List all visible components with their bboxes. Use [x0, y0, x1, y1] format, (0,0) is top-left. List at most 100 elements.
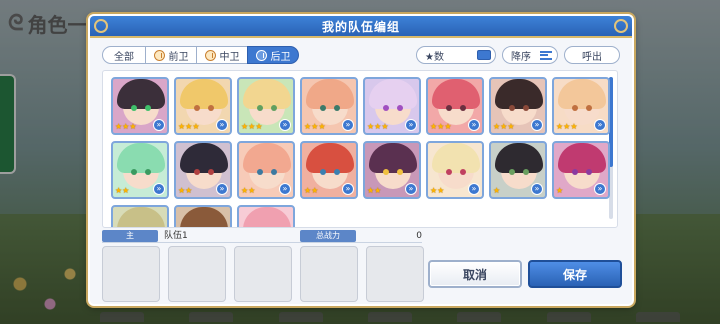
- star-sort-label: ★数: [425, 51, 444, 63]
- character-hair: [495, 143, 543, 173]
- character-card[interactable]: ★★ »: [237, 141, 295, 199]
- detail-arrow-icon[interactable]: »: [531, 119, 543, 131]
- detail-arrow-icon[interactable]: »: [531, 183, 543, 195]
- character-hair: [243, 143, 291, 173]
- team-slot-2[interactable]: [168, 246, 226, 302]
- detail-arrow-icon[interactable]: »: [468, 119, 480, 131]
- detail-arrow-icon[interactable]: »: [405, 119, 417, 131]
- character-hair: [558, 143, 606, 173]
- detail-arrow-icon[interactable]: »: [405, 183, 417, 195]
- team-slot-1[interactable]: [102, 246, 160, 302]
- star-rating: ★★★: [493, 122, 515, 131]
- character-hair: [180, 79, 228, 109]
- total-power-value: 0: [416, 231, 422, 241]
- character-eye: [320, 169, 326, 175]
- star-rating: ★★★: [304, 122, 326, 131]
- character-card[interactable]: ★★★ »: [552, 77, 610, 135]
- summon-button[interactable]: 呼出: [564, 46, 620, 64]
- character-hair: [180, 143, 228, 173]
- detail-arrow-icon[interactable]: »: [468, 183, 480, 195]
- star-rating: ★★★: [556, 122, 578, 131]
- character-card[interactable]: ★»: [552, 141, 610, 199]
- character-eye: [257, 105, 263, 111]
- detail-arrow-icon[interactable]: »: [594, 183, 606, 195]
- character-eye: [460, 105, 466, 111]
- detail-arrow-icon[interactable]: »: [342, 183, 354, 195]
- filter-all-label: 全部: [114, 51, 134, 63]
- character-eye: [194, 105, 200, 111]
- detail-arrow-icon[interactable]: »: [279, 183, 291, 195]
- character-card[interactable]: ★★ »: [300, 141, 358, 199]
- character-eye: [334, 169, 340, 175]
- character-card[interactable]: [111, 205, 169, 227]
- character-hair: [369, 143, 417, 173]
- filter-front-tab[interactable]: 前卫: [145, 46, 197, 64]
- detail-arrow-icon[interactable]: »: [594, 119, 606, 131]
- character-card[interactable]: ★★★ »: [489, 77, 547, 135]
- star-rating: ★★★: [178, 122, 200, 131]
- character-eye: [383, 169, 389, 175]
- character-card[interactable]: ★★★ »: [426, 77, 484, 135]
- character-card[interactable]: [237, 205, 295, 227]
- save-button[interactable]: 保存: [528, 260, 622, 288]
- character-hair: [117, 143, 165, 173]
- cancel-button[interactable]: 取消: [428, 260, 522, 288]
- detail-arrow-icon[interactable]: »: [216, 183, 228, 195]
- star-rating: ★: [556, 186, 564, 195]
- star-rating: ★★: [115, 186, 130, 195]
- team-edit-dialog: 我的队伍编组 全部 前卫 中卫 后卫 ★数 降序 呼出 ★★★» ★★★» ★★…: [88, 14, 634, 306]
- character-eye: [131, 169, 137, 175]
- character-hair: [306, 143, 354, 173]
- character-eye: [271, 169, 277, 175]
- character-eye: [572, 169, 578, 175]
- character-card[interactable]: ★★★ »: [111, 77, 169, 135]
- sort-order-button[interactable]: 降序: [502, 46, 558, 64]
- star-rating: ★: [493, 186, 501, 195]
- character-hair: [432, 143, 480, 173]
- star-rating: ★★: [367, 186, 382, 195]
- character-eye: [257, 169, 263, 175]
- character-card[interactable]: ★★ »: [363, 141, 421, 199]
- detail-arrow-icon[interactable]: »: [342, 119, 354, 131]
- star-sort-selector[interactable]: ★数: [416, 46, 496, 64]
- detail-arrow-icon[interactable]: »: [279, 119, 291, 131]
- character-eye: [586, 169, 592, 175]
- character-card[interactable]: ★★★ »: [174, 77, 232, 135]
- filter-back-tab[interactable]: 后卫: [247, 46, 299, 64]
- character-card[interactable]: [174, 205, 232, 227]
- star-rating: ★★★: [115, 122, 137, 131]
- summon-label: 呼出: [582, 51, 602, 63]
- character-eye: [572, 105, 578, 111]
- filter-mid-tab[interactable]: 中卫: [196, 46, 248, 64]
- star-rating: ★★: [241, 186, 256, 195]
- character-card[interactable]: ★★ »: [111, 141, 169, 199]
- team-divider: [102, 242, 422, 243]
- character-eye: [397, 105, 403, 111]
- team-slot-4[interactable]: [300, 246, 358, 302]
- character-hair: [369, 79, 417, 109]
- character-eye: [271, 105, 277, 111]
- mid-position-icon: [204, 49, 216, 61]
- character-eye: [509, 169, 515, 175]
- character-card[interactable]: ★★★ »: [300, 77, 358, 135]
- dialog-header: 我的队伍编组: [90, 16, 632, 38]
- character-card[interactable]: ★★★ »: [237, 77, 295, 135]
- front-position-icon: [153, 49, 165, 61]
- back-position-icon: [255, 49, 267, 61]
- detail-arrow-icon[interactable]: »: [153, 119, 165, 131]
- character-eye: [460, 169, 466, 175]
- character-card[interactable]: ★»: [489, 141, 547, 199]
- team-slot-5[interactable]: [366, 246, 424, 302]
- toggle-icon: [477, 50, 491, 60]
- detail-arrow-icon[interactable]: »: [153, 183, 165, 195]
- filter-all-tab[interactable]: 全部: [102, 46, 146, 64]
- character-hair: [180, 207, 228, 227]
- ornament-icon: [94, 19, 108, 33]
- character-card[interactable]: ★★★ »: [363, 77, 421, 135]
- character-card[interactable]: ★★ »: [426, 141, 484, 199]
- character-roster-grid[interactable]: ★★★» ★★★» ★★★» ★★★» ★★★» ★★★» ★★★» ★★★» ★★» ★★» ★★…: [102, 70, 618, 228]
- detail-arrow-icon[interactable]: »: [216, 119, 228, 131]
- character-eye: [523, 169, 529, 175]
- character-card[interactable]: ★★ »: [174, 141, 232, 199]
- team-slot-3[interactable]: [234, 246, 292, 302]
